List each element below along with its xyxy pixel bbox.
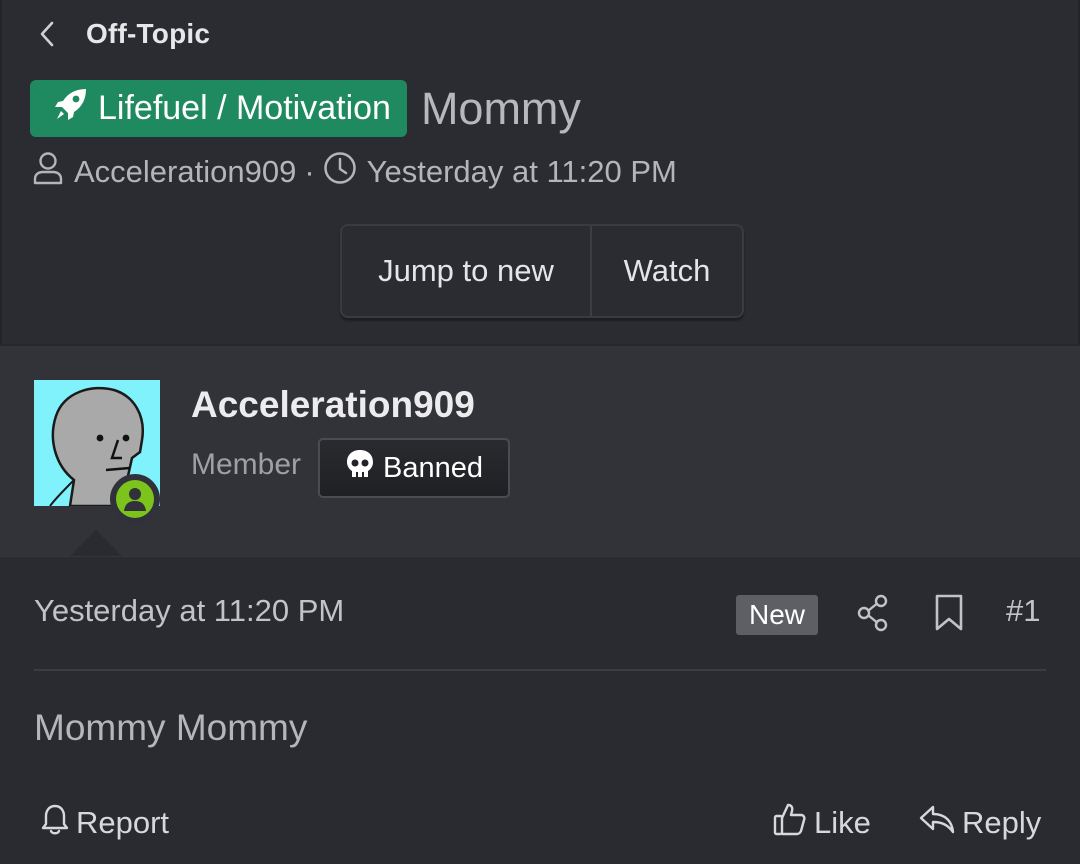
user-title: Member [191, 448, 302, 481]
chevron-left-icon[interactable] [36, 19, 58, 49]
bookmark-icon[interactable] [934, 593, 964, 638]
user-banner-banned: Banned [318, 438, 510, 498]
user-arrow [68, 530, 124, 558]
like-label: Like [814, 805, 871, 840]
online-status-icon [110, 474, 160, 524]
jump-to-new-button[interactable]: Jump to new [342, 226, 592, 316]
post-date[interactable]: Yesterday at 11:20 PM [34, 593, 344, 629]
thread-timestamp[interactable]: Yesterday at 11:20 PM [367, 154, 677, 190]
clock-icon [323, 151, 357, 193]
thread-title: Mommy [420, 82, 581, 134]
post-number-link[interactable]: #1 [1006, 593, 1040, 629]
thread-header: Off-Topic Lifefuel / Motivation Mommy Ac… [0, 0, 1080, 344]
meta-separator: · [304, 154, 315, 189]
thread-button-group: Jump to new Watch [340, 224, 744, 318]
thread-page: Off-Topic Lifefuel / Motivation Mommy Ac… [0, 0, 1080, 864]
new-badge: New [736, 595, 818, 635]
thumbs-up-icon [772, 801, 814, 845]
report-label: Report [76, 805, 170, 840]
bell-icon [40, 802, 76, 844]
thread-meta: Acceleration909 · Yesterday at 11:20 PM [32, 150, 677, 194]
user-icon [32, 151, 64, 193]
thread-title-row: Lifefuel / Motivation Mommy [30, 80, 581, 137]
thread-prefix[interactable]: Lifefuel / Motivation [30, 80, 407, 137]
banner-label: Banned [383, 451, 483, 484]
breadcrumb[interactable]: Off-Topic [36, 14, 210, 54]
reply-button[interactable]: Reply [918, 801, 1041, 845]
like-button[interactable]: Like [772, 801, 871, 845]
thread-prefix-label: Lifefuel / Motivation [98, 89, 391, 127]
share-icon[interactable] [856, 593, 890, 638]
reply-label: Reply [962, 805, 1042, 840]
watch-button[interactable]: Watch [592, 226, 742, 316]
post-divider [34, 669, 1046, 671]
post-body: Mommy Mommy [34, 707, 308, 748]
rocket-icon [52, 85, 98, 132]
message-user: Acceleration909 Member Banned [0, 344, 1080, 558]
breadcrumb-link[interactable]: Off-Topic [86, 18, 210, 50]
reply-icon [918, 801, 962, 845]
username[interactable]: Acceleration909 [191, 384, 475, 426]
message-post: Yesterday at 11:20 PM New #1 Mommy Mommy [0, 556, 1080, 864]
report-button[interactable]: Report [40, 801, 169, 845]
skull-icon [345, 449, 383, 487]
thread-author[interactable]: Acceleration909 [74, 154, 296, 190]
